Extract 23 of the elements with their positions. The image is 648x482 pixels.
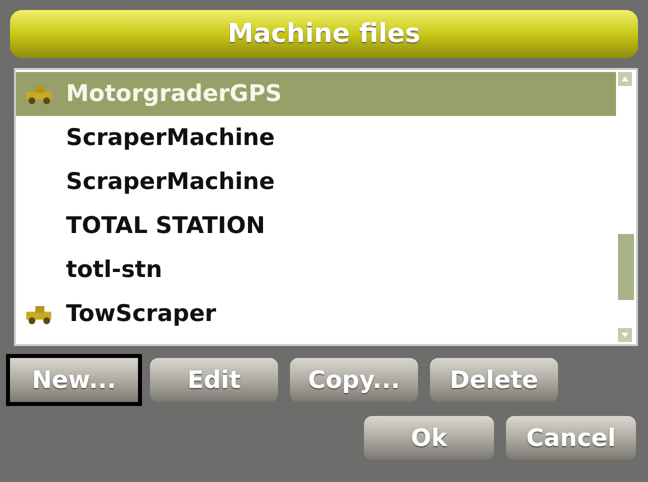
dialog-button[interactable]: Cancel [506, 416, 636, 460]
file-name: ScraperMachine [66, 125, 275, 151]
action-button[interactable]: Edit [150, 358, 278, 402]
file-name: TowScraper [66, 301, 216, 327]
scroll-down-icon[interactable] [618, 328, 632, 342]
scrollbar-thumb[interactable] [618, 234, 634, 300]
file-list-item[interactable]: TowScraper [16, 292, 616, 336]
file-name: MotorgraderGPS [66, 81, 282, 107]
file-list-item[interactable]: MotorgraderGPS [16, 72, 616, 116]
action-button[interactable]: New... [10, 358, 138, 402]
scrollbar[interactable] [616, 70, 636, 344]
window-title: Machine files [10, 10, 638, 58]
scroll-up-icon[interactable] [618, 72, 632, 86]
action-button[interactable]: Copy... [290, 358, 418, 402]
file-name: TOTAL STATION [66, 213, 266, 239]
file-list-item[interactable]: ScraperMachine [16, 160, 616, 204]
file-list-item[interactable]: TOTAL STATION [16, 204, 616, 248]
file-list-item[interactable]: ScraperMachine [16, 116, 616, 160]
action-button[interactable]: Delete [430, 358, 558, 402]
dialog-button[interactable]: Ok [364, 416, 494, 460]
file-list-item[interactable]: totl-stn [16, 248, 616, 292]
file-name: ScraperMachine [66, 169, 275, 195]
file-name: totl-stn [66, 257, 162, 283]
